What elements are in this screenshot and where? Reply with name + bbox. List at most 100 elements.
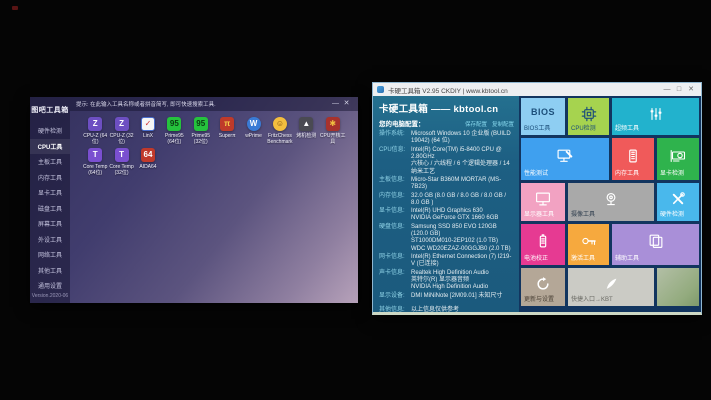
tool-cpuz-32[interactable]: Z CPU-Z (32位) [108,117,134,145]
key-icon [581,235,597,248]
tile-gpu-check[interactable]: 显卡检测 [657,138,699,180]
tool-coretemp-64[interactable]: T Core Temp (64位) [82,148,108,176]
tool-cpu-unlock[interactable]: ✱ CPU开核工具 [320,117,346,145]
tool-linx[interactable]: ✓ LinX [135,117,161,145]
tile-label: 电池校正 [524,256,548,263]
sidebar-item-settings[interactable]: 通用设置 [30,278,70,294]
close-icon[interactable]: ✕ [685,83,697,96]
maximize-icon[interactable]: □ [673,83,685,96]
cpuz-icon: Z [88,117,102,131]
tile-label: 显卡检测 [660,171,684,178]
tool-label: CPU-Z (64位) [82,133,108,145]
ram-icon [626,148,641,163]
tile-bios-tools[interactable]: BIOS BIOS工具 [521,98,565,135]
config-label: 显卡信息: [379,208,411,223]
tile-activation-tools[interactable]: 激活工具 [568,224,609,265]
tool-coretemp-32[interactable]: T Core Temp (32位) [108,148,134,176]
window-title: 卡硬工具箱 V2.95 CKDIY | www.kbtool.cn [388,85,661,95]
tile-cpu-check[interactable]: CPU检测 [568,98,609,135]
tile-kbt-shortcut[interactable]: 快捷入口→KBT [568,268,654,306]
battery-icon [536,233,551,249]
app-title: 图吧工具箱 [30,97,70,123]
tool-superpi[interactable]: π Superπ [214,117,240,145]
search-hint-bar[interactable]: 提示: 在此输入工具名称或者拼音简写, 即可快速搜索工具. — ✕ [70,97,358,111]
tile-update-settings[interactable]: 更新与设置 [521,268,565,306]
tile-label: BIOS工具 [524,126,550,133]
sidebar-item-mainboard[interactable]: 主板工具 [30,154,70,170]
sidebar-item-gpu[interactable]: 显卡工具 [30,185,70,201]
tool-stress-test[interactable]: ▲ 烤机检测 [293,117,319,145]
version-label: Version.2020-06 [30,293,70,299]
panel-title: 卡硬工具箱 —— kbtool.cn [379,101,514,115]
save-config-link[interactable]: 保存配置 [465,120,487,128]
tile-webcam-tools[interactable]: 摄像工具 [568,183,654,221]
desktop-artifact [12,6,18,10]
tile-assist-tools[interactable]: 辅助工具 [612,224,699,265]
refresh-icon [536,276,551,291]
sidebar-item-other[interactable]: 其他工具 [30,263,70,279]
sidebar-item-screen[interactable]: 屏幕工具 [30,216,70,232]
config-row-os: 操作系统: Microsoft Windows 10 企业版 (BUILD 19… [379,131,514,146]
minimize-icon[interactable]: — [330,97,341,111]
gpu-card-icon [670,149,686,163]
config-row-network: 网卡信息: Intel(R) Ethernet Connection (7) I… [379,254,514,269]
cpuz-icon: Z [115,117,129,131]
config-value: Intel(R) Ethernet Connection (7) I219-V … [411,254,514,269]
tile-label: 内存工具 [615,171,639,178]
tool-cpuz-64[interactable]: Z CPU-Z (64位) [82,117,108,145]
tool-fritzchess[interactable]: ☺ FritzChess Benchmark [267,117,293,145]
config-row-cpu: CPU信息: Intel(R) Core(TM) i5-8400 CPU @ 2… [379,147,514,176]
copy-config-link[interactable]: 复制配置 [492,120,514,128]
config-value: Microsoft Windows 10 企业版 (BUILD 19042) (… [411,131,514,146]
tool-wprime[interactable]: W wPrime [240,117,266,145]
config-value: 以上信息仅供参考 [411,307,459,312]
config-value: ST1000DM010-2EP102 (1.0 TB) [411,238,514,245]
window-content: 卡硬工具箱 —— kbtool.cn 您的电脑配置： 保存配置 复制配置 操作系… [373,96,701,312]
sidebar-item-network[interactable]: 网络工具 [30,247,70,263]
minimize-icon[interactable]: — [661,83,673,96]
tile-monitor-tools[interactable]: 显示器工具 [521,183,565,221]
sidebar-item-hardware[interactable]: 硬件检测 [30,123,70,139]
tile-grid: BIOS BIOS工具 CPU检测 超频工具 性能测试 [519,96,701,312]
tile-battery-calibrate[interactable]: 电池校正 [521,224,565,265]
pi-seal-icon: π [220,117,234,131]
sidebar-item-peripheral[interactable]: 外设工具 [30,232,70,248]
config-value: Samsung SSD 850 EVO 120GB (120.0 GB) [411,224,514,239]
tile-label: 快捷入口→KBT [571,297,613,304]
close-icon[interactable]: ✕ [341,97,352,111]
main-area: 提示: 在此输入工具名称或者拼音简写, 即可快速搜索工具. — ✕ Z CPU-… [70,97,358,303]
config-value: DMI MiNiNote [2M09.01] 未知尺寸 [411,293,502,300]
config-row-disk: 硬盘信息: Samsung SSD 850 EVO 120GB (120.0 G… [379,224,514,253]
config-heading: 您的电脑配置： [379,118,460,128]
config-value: Micro-Star B360M MORTAR (MS-7B23) [411,177,514,192]
tile-label: 激活工具 [571,256,595,263]
config-label: 主板信息: [379,177,411,192]
tile-label: 超频工具 [615,126,639,133]
tool-row-1: Z CPU-Z (64位) Z CPU-Z (32位) ✓ LinX 95 Pr… [70,117,358,145]
cpu-chip-icon [581,106,596,121]
checkmark-icon: ✓ [141,117,155,131]
config-value: NVIDIA High Definition Audio [411,284,489,291]
app-icon [377,86,384,93]
wprime-icon: W [247,117,261,131]
tile-overclock-tools[interactable]: 超频工具 [612,98,699,135]
aida64-icon: 64 [141,148,155,162]
config-row-memory: 内存信息: 32.0 GB (8.0 GB / 8.0 GB / 8.0 GB … [379,193,514,208]
sidebar-item-cpu[interactable]: CPU工具 [30,139,70,155]
tool-prime95-64[interactable]: 95 Prime95 (64位) [161,117,187,145]
tile-memory-tools[interactable]: 内存工具 [612,138,654,180]
config-label: 操作系统: [379,131,411,146]
tool-aida64[interactable]: 64 AIDA64 [135,148,161,176]
config-value: Realtek High Definition Audio [411,270,489,277]
tile-performance-test[interactable]: 性能测试 [521,138,609,180]
tile-label: 硬件检测 [660,212,684,219]
sidebar-item-memory[interactable]: 内存工具 [30,170,70,186]
files-icon [647,234,664,249]
tool-label: wPrime [241,133,267,139]
tile-hardware-check[interactable]: 硬件检测 [657,183,699,221]
tool-prime95-32[interactable]: 95 Prime95 (32位) [188,117,214,145]
config-row-gpu: 显卡信息: Intel(R) UHD Graphics 630 NVIDIA G… [379,208,514,223]
config-label: CPU信息: [379,147,411,176]
titlebar[interactable]: 卡硬工具箱 V2.95 CKDIY | www.kbtool.cn — □ ✕ [373,83,701,96]
sidebar-item-disk[interactable]: 磁盘工具 [30,201,70,217]
